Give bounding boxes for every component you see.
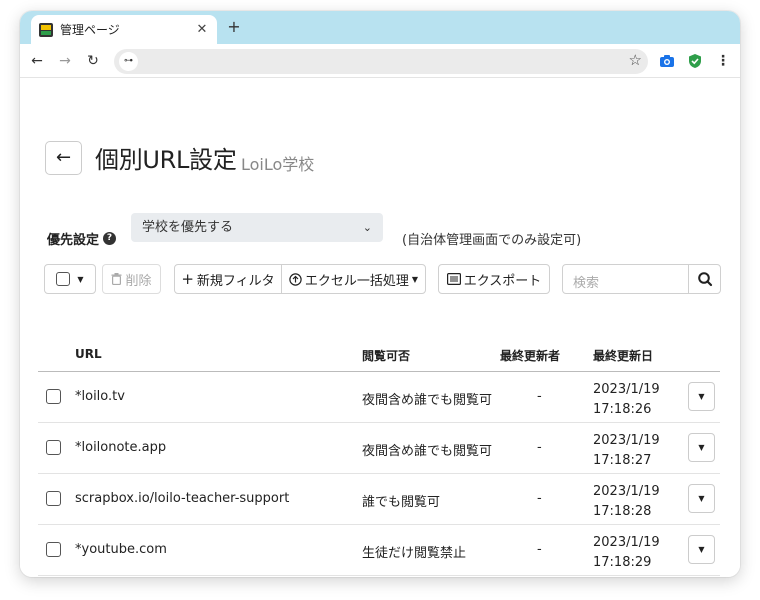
priority-note: (自治体管理画面でのみ設定可)	[402, 233, 582, 248]
forward-nav-icon[interactable]: →	[55, 51, 75, 71]
caret-down-icon: ▼	[77, 274, 84, 284]
row-checkbox[interactable]	[46, 389, 61, 404]
header-updater: 最終更新者	[500, 349, 561, 363]
export-label: エクスポート	[463, 273, 542, 289]
row-permission: 生徒だけ閲覧禁止	[362, 546, 467, 561]
row-date-day: 2023/1/19	[593, 535, 660, 550]
reload-icon[interactable]: ↻	[83, 51, 103, 71]
new-tab-button[interactable]: +	[223, 17, 245, 39]
row-url: scrapbox.io/loilo-teacher-support	[75, 491, 290, 506]
site-info-icon[interactable]: ⊶	[119, 52, 138, 71]
tab-title: 管理ページ	[60, 23, 120, 37]
row-url: *youtube.com	[75, 542, 167, 557]
back-nav-icon[interactable]: ←	[27, 51, 47, 71]
new-filter-button[interactable]: + 新規フィルタ	[174, 264, 282, 294]
priority-label: 優先設定 ?	[47, 229, 117, 248]
table-row: scrapbox.io/loilo-teacher-support 誰でも閲覧可…	[38, 474, 720, 525]
upload-circle-icon	[289, 272, 302, 286]
chevron-down-icon: ⌄	[362, 221, 372, 234]
export-button[interactable]: エクスポート	[438, 264, 550, 294]
row-date-day: 2023/1/19	[593, 382, 660, 397]
table-row: *loilonote.app 夜間含め誰でも閲覧可 - 2023/1/19 17…	[38, 423, 720, 474]
header-url: URL	[75, 347, 102, 361]
row-url: *loilo.tv	[75, 389, 125, 404]
header-permission: 閲覧可否	[362, 349, 411, 363]
row-menu-button[interactable]: ▼	[688, 382, 715, 411]
excel-bulk-button[interactable]: エクセル一括処理 ▼	[281, 264, 426, 294]
row-date-day: 2023/1/19	[593, 484, 660, 499]
row-updater: -	[537, 491, 542, 506]
row-updater: -	[537, 542, 542, 557]
shield-extension-icon[interactable]	[687, 53, 703, 69]
bookmark-star-icon[interactable]: ☆	[629, 51, 642, 69]
row-url: *loilonote.app	[75, 440, 167, 455]
priority-select[interactable]: 学校を優先する ⌄	[131, 213, 383, 242]
close-tab-icon[interactable]: ✕	[191, 22, 213, 37]
help-icon[interactable]: ?	[103, 232, 117, 245]
caret-down-icon: ▼	[411, 274, 419, 284]
excel-bulk-label: エクセル一括処理	[304, 273, 409, 289]
back-button[interactable]: ←	[45, 141, 82, 175]
row-date-time: 17:18:26	[593, 402, 652, 417]
row-date-time: 17:18:29	[593, 555, 652, 570]
row-date: 2023/1/19 17:18:27	[593, 431, 660, 471]
row-menu-button[interactable]: ▼	[688, 484, 715, 513]
search-input[interactable]: 検索	[573, 272, 599, 291]
priority-selected-value: 学校を優先する	[142, 220, 234, 235]
search-box: 検索	[562, 264, 721, 294]
search-button[interactable]	[688, 265, 720, 293]
trash-icon	[111, 273, 122, 285]
priority-label-text: 優先設定	[47, 233, 100, 248]
row-date: 2023/1/19 17:18:28	[593, 482, 660, 522]
row-checkbox[interactable]	[46, 542, 61, 557]
plus-icon: +	[181, 270, 194, 288]
row-date-time: 17:18:28	[593, 504, 652, 519]
page-title: 個別URL設定	[95, 146, 237, 174]
row-updater: -	[537, 440, 542, 455]
browser-window: 管理ページ ✕ + ← → ↻ ⊶ ☆ ⋮ ← 個別URL設定 LoiLo学校 …	[20, 11, 740, 577]
browser-menu-icon[interactable]: ⋮	[716, 51, 730, 71]
row-date-time: 17:18:27	[593, 453, 652, 468]
site-favicon-icon	[39, 22, 53, 37]
row-date: 2023/1/19 17:18:26	[593, 380, 660, 420]
row-permission: 夜間含め誰でも閲覧可	[362, 444, 493, 459]
school-name: LoiLo学校	[241, 155, 315, 174]
page-content: ← 個別URL設定 LoiLo学校 優先設定 ? 学校を優先する ⌄ (自治体管…	[20, 79, 740, 577]
row-permission: 誰でも閲覧可	[362, 495, 441, 510]
row-checkbox[interactable]	[46, 491, 61, 506]
address-bar[interactable]: ⊶ ☆	[114, 49, 648, 74]
tab-strip: 管理ページ ✕ +	[20, 11, 740, 44]
delete-label: 削除	[125, 273, 152, 289]
row-updater: -	[537, 389, 542, 404]
tab-admin-page[interactable]: 管理ページ ✕	[31, 15, 217, 44]
delete-button[interactable]: 削除	[102, 264, 161, 294]
browser-toolbar: ← → ↻ ⊶ ☆ ⋮	[20, 44, 740, 78]
row-permission: 夜間含め誰でも閲覧可	[362, 393, 493, 408]
header-date: 最終更新日	[593, 349, 654, 363]
row-menu-button[interactable]: ▼	[688, 433, 715, 462]
row-date-day: 2023/1/19	[593, 433, 660, 448]
search-icon	[698, 272, 713, 287]
row-date: 2023/1/19 17:18:29	[593, 533, 660, 573]
table-export-icon	[446, 273, 461, 285]
select-all-dropdown[interactable]: ▼	[44, 264, 96, 294]
camera-extension-icon[interactable]	[659, 53, 675, 69]
new-filter-label: 新規フィルタ	[196, 273, 275, 289]
select-all-checkbox[interactable]	[56, 272, 71, 286]
row-checkbox[interactable]	[46, 440, 61, 455]
table-row: *loilo.tv 夜間含め誰でも閲覧可 - 2023/1/19 17:18:2…	[38, 372, 720, 423]
row-menu-button[interactable]: ▼	[688, 535, 715, 564]
table-row: *youtube.com 生徒だけ閲覧禁止 - 2023/1/19 17:18:…	[38, 525, 720, 576]
